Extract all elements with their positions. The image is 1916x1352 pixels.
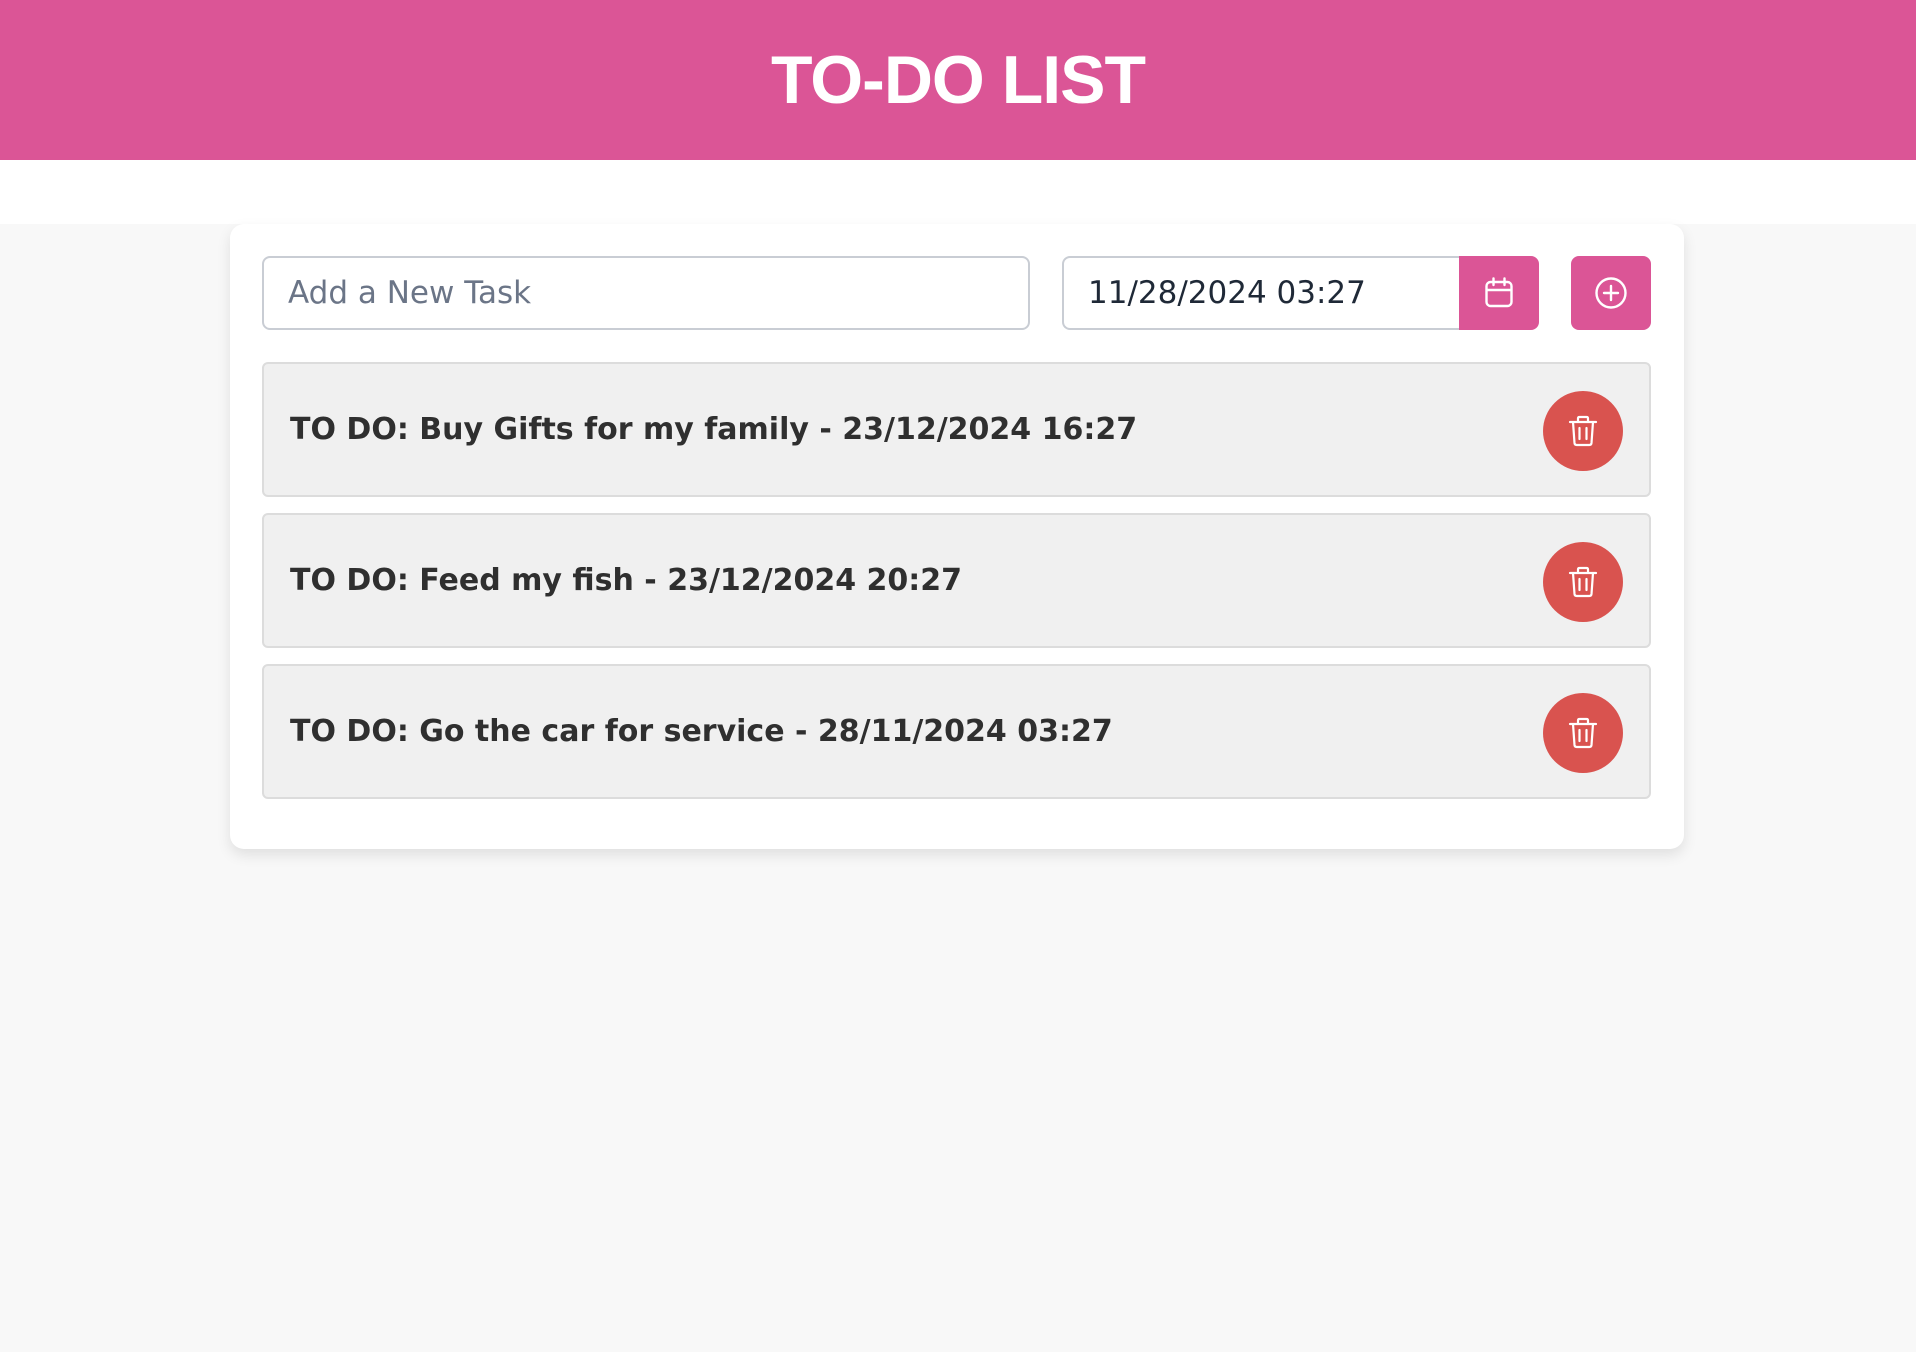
delete-task-button[interactable] <box>1543 693 1623 773</box>
task-text: TO DO: Buy Gifts for my family - 23/12/2… <box>290 412 1138 447</box>
header-spacer <box>0 160 1916 224</box>
calendar-button[interactable] <box>1459 256 1539 330</box>
add-task-button[interactable] <box>1571 256 1651 330</box>
plus-circle-icon <box>1595 277 1627 309</box>
task-list: TO DO: Buy Gifts for my family - 23/12/2… <box>262 362 1651 815</box>
app-header: TO-DO LIST <box>0 0 1916 160</box>
trash-icon <box>1568 415 1598 447</box>
trash-icon <box>1568 717 1598 749</box>
todo-card: TO DO: Buy Gifts for my family - 23/12/2… <box>230 224 1684 849</box>
page-title: TO-DO LIST <box>770 42 1146 118</box>
task-item: TO DO: Go the car for service - 28/11/20… <box>262 664 1651 799</box>
calendar-icon <box>1485 277 1513 308</box>
task-item: TO DO: Buy Gifts for my family - 23/12/2… <box>262 362 1651 497</box>
delete-task-button[interactable] <box>1543 391 1623 471</box>
datetime-picker <box>1062 256 1539 330</box>
datetime-input[interactable] <box>1062 256 1459 330</box>
new-task-input[interactable] <box>262 256 1030 330</box>
delete-task-button[interactable] <box>1543 542 1623 622</box>
trash-icon <box>1568 566 1598 598</box>
task-text: TO DO: Go the car for service - 28/11/20… <box>290 714 1113 749</box>
task-item: TO DO: Feed my fish - 23/12/2024 20:27 <box>262 513 1651 648</box>
task-text: TO DO: Feed my fish - 23/12/2024 20:27 <box>290 563 963 598</box>
